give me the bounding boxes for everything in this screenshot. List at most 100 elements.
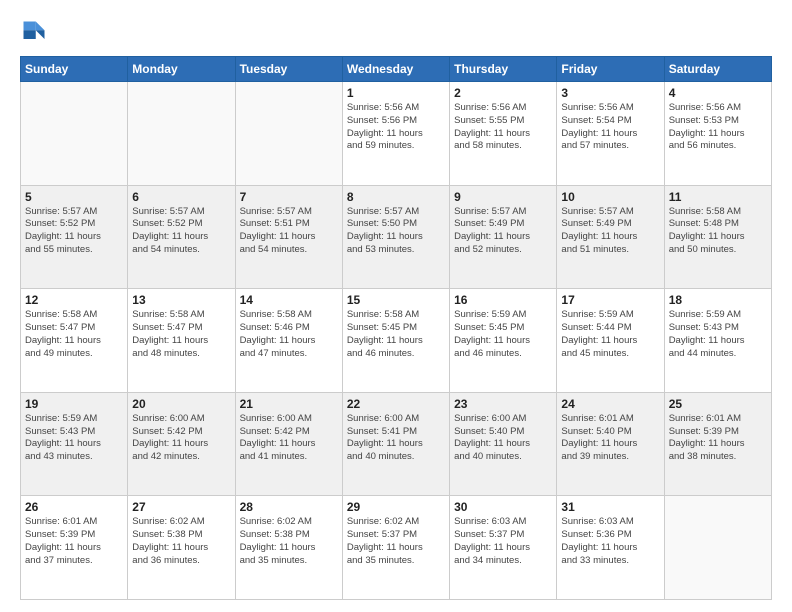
calendar-cell: 1 Sunrise: 5:56 AMSunset: 5:56 PMDaylight… (342, 82, 449, 186)
day-info: Sunrise: 5:58 AMSunset: 5:47 PMDaylight:… (25, 309, 123, 360)
day-number: 2 (454, 86, 552, 100)
day-number: 12 (25, 293, 123, 307)
calendar-table: SundayMondayTuesdayWednesdayThursdayFrid… (20, 56, 772, 600)
day-number: 7 (240, 190, 338, 204)
day-info: Sunrise: 6:00 AMSunset: 5:41 PMDaylight:… (347, 413, 445, 464)
day-number: 15 (347, 293, 445, 307)
calendar-cell: 8Sunrise: 5:57 AMSunset: 5:50 PMDaylight… (342, 185, 449, 289)
calendar-cell: 22 Sunrise: 6:00 AMSunset: 5:41 PMDayligh… (342, 392, 449, 496)
col-header-wednesday: Wednesday (342, 57, 449, 82)
day-number: 28 (240, 500, 338, 514)
logo (20, 18, 52, 46)
day-info: Sunrise: 5:58 AMSunset: 5:46 PMDaylight:… (240, 309, 338, 360)
day-info: Sunrise: 6:02 AMSunset: 5:38 PMDaylight:… (132, 516, 230, 567)
calendar-cell: 27 Sunrise: 6:02 AMSunset: 5:38 PMDayligh… (128, 496, 235, 600)
day-number: 17 (561, 293, 659, 307)
calendar-cell: 24 Sunrise: 6:01 AMSunset: 5:40 PMDayligh… (557, 392, 664, 496)
col-header-monday: Monday (128, 57, 235, 82)
day-number: 6 (132, 190, 230, 204)
calendar-cell: 15 Sunrise: 5:58 AMSunset: 5:45 PMDayligh… (342, 289, 449, 393)
day-info: Sunrise: 5:56 AMSunset: 5:55 PMDaylight:… (454, 102, 552, 153)
day-info: Sunrise: 5:58 AMSunset: 5:47 PMDaylight:… (132, 309, 230, 360)
day-number: 31 (561, 500, 659, 514)
day-number: 3 (561, 86, 659, 100)
day-info: Sunrise: 5:57 AMSunset: 5:51 PMDaylight:… (240, 206, 338, 257)
calendar-cell: 14 Sunrise: 5:58 AMSunset: 5:46 PMDayligh… (235, 289, 342, 393)
day-info: Sunrise: 5:57 AMSunset: 5:50 PMDaylight:… (347, 206, 445, 257)
day-info: Sunrise: 6:01 AMSunset: 5:39 PMDaylight:… (669, 413, 767, 464)
calendar-cell: 12 Sunrise: 5:58 AMSunset: 5:47 PMDayligh… (21, 289, 128, 393)
day-info: Sunrise: 5:57 AMSunset: 5:49 PMDaylight:… (561, 206, 659, 257)
calendar-cell: 10 Sunrise: 5:57 AMSunset: 5:49 PMDayligh… (557, 185, 664, 289)
day-info: Sunrise: 5:57 AMSunset: 5:52 PMDaylight:… (25, 206, 123, 257)
calendar-cell: 29 Sunrise: 6:02 AMSunset: 5:37 PMDayligh… (342, 496, 449, 600)
day-number: 10 (561, 190, 659, 204)
day-info: Sunrise: 5:57 AMSunset: 5:49 PMDaylight:… (454, 206, 552, 257)
calendar-cell: 25 Sunrise: 6:01 AMSunset: 5:39 PMDayligh… (664, 392, 771, 496)
day-number: 5 (25, 190, 123, 204)
calendar-cell: 6 Sunrise: 5:57 AMSunset: 5:52 PMDaylight… (128, 185, 235, 289)
day-number: 22 (347, 397, 445, 411)
col-header-tuesday: Tuesday (235, 57, 342, 82)
day-number: 9 (454, 190, 552, 204)
day-info: Sunrise: 5:59 AMSunset: 5:43 PMDaylight:… (669, 309, 767, 360)
calendar-cell: 30 Sunrise: 6:03 AMSunset: 5:37 PMDayligh… (450, 496, 557, 600)
day-number: 14 (240, 293, 338, 307)
day-info: Sunrise: 5:59 AMSunset: 5:45 PMDaylight:… (454, 309, 552, 360)
day-info: Sunrise: 6:00 AMSunset: 5:42 PMDaylight:… (240, 413, 338, 464)
day-number: 25 (669, 397, 767, 411)
calendar-cell: 31Sunrise: 6:03 AMSunset: 5:36 PMDayligh… (557, 496, 664, 600)
day-number: 4 (669, 86, 767, 100)
calendar-cell: 5 Sunrise: 5:57 AMSunset: 5:52 PMDaylight… (21, 185, 128, 289)
calendar-cell (21, 82, 128, 186)
day-info: Sunrise: 6:01 AMSunset: 5:40 PMDaylight:… (561, 413, 659, 464)
calendar-cell: 13 Sunrise: 5:58 AMSunset: 5:47 PMDayligh… (128, 289, 235, 393)
day-info: Sunrise: 5:58 AMSunset: 5:48 PMDaylight:… (669, 206, 767, 257)
day-info: Sunrise: 5:58 AMSunset: 5:45 PMDaylight:… (347, 309, 445, 360)
day-number: 20 (132, 397, 230, 411)
day-info: Sunrise: 5:56 AMSunset: 5:53 PMDaylight:… (669, 102, 767, 153)
day-number: 13 (132, 293, 230, 307)
day-info: Sunrise: 5:59 AMSunset: 5:43 PMDaylight:… (25, 413, 123, 464)
calendar-cell (664, 496, 771, 600)
calendar-cell: 20 Sunrise: 6:00 AMSunset: 5:42 PMDayligh… (128, 392, 235, 496)
day-info: Sunrise: 6:03 AMSunset: 5:37 PMDaylight:… (454, 516, 552, 567)
day-number: 16 (454, 293, 552, 307)
day-number: 26 (25, 500, 123, 514)
calendar-cell: 11 Sunrise: 5:58 AMSunset: 5:48 PMDayligh… (664, 185, 771, 289)
calendar-cell: 17 Sunrise: 5:59 AMSunset: 5:44 PMDayligh… (557, 289, 664, 393)
header (20, 18, 772, 46)
day-number: 1 (347, 86, 445, 100)
calendar-cell: 23 Sunrise: 6:00 AMSunset: 5:40 PMDayligh… (450, 392, 557, 496)
logo-icon (20, 18, 48, 46)
day-info: Sunrise: 5:59 AMSunset: 5:44 PMDaylight:… (561, 309, 659, 360)
day-number: 24 (561, 397, 659, 411)
calendar-cell: 4 Sunrise: 5:56 AMSunset: 5:53 PMDaylight… (664, 82, 771, 186)
day-number: 21 (240, 397, 338, 411)
day-number: 23 (454, 397, 552, 411)
day-number: 30 (454, 500, 552, 514)
calendar-cell (235, 82, 342, 186)
day-info: Sunrise: 6:02 AMSunset: 5:37 PMDaylight:… (347, 516, 445, 567)
calendar-cell: 21 Sunrise: 6:00 AMSunset: 5:42 PMDayligh… (235, 392, 342, 496)
page: SundayMondayTuesdayWednesdayThursdayFrid… (0, 0, 792, 612)
calendar-cell: 16 Sunrise: 5:59 AMSunset: 5:45 PMDayligh… (450, 289, 557, 393)
col-header-thursday: Thursday (450, 57, 557, 82)
calendar-cell: 2 Sunrise: 5:56 AMSunset: 5:55 PMDaylight… (450, 82, 557, 186)
day-number: 18 (669, 293, 767, 307)
day-number: 11 (669, 190, 767, 204)
day-number: 29 (347, 500, 445, 514)
col-header-saturday: Saturday (664, 57, 771, 82)
day-info: Sunrise: 6:00 AMSunset: 5:40 PMDaylight:… (454, 413, 552, 464)
calendar-cell: 3Sunrise: 5:56 AMSunset: 5:54 PMDaylight… (557, 82, 664, 186)
day-info: Sunrise: 5:56 AMSunset: 5:56 PMDaylight:… (347, 102, 445, 153)
day-number: 27 (132, 500, 230, 514)
calendar-cell (128, 82, 235, 186)
day-info: Sunrise: 6:02 AMSunset: 5:38 PMDaylight:… (240, 516, 338, 567)
calendar-cell: 7 Sunrise: 5:57 AMSunset: 5:51 PMDaylight… (235, 185, 342, 289)
calendar-cell: 9 Sunrise: 5:57 AMSunset: 5:49 PMDaylight… (450, 185, 557, 289)
calendar-cell: 26 Sunrise: 6:01 AMSunset: 5:39 PMDayligh… (21, 496, 128, 600)
day-info: Sunrise: 6:00 AMSunset: 5:42 PMDaylight:… (132, 413, 230, 464)
day-info: Sunrise: 5:57 AMSunset: 5:52 PMDaylight:… (132, 206, 230, 257)
day-info: Sunrise: 6:01 AMSunset: 5:39 PMDaylight:… (25, 516, 123, 567)
